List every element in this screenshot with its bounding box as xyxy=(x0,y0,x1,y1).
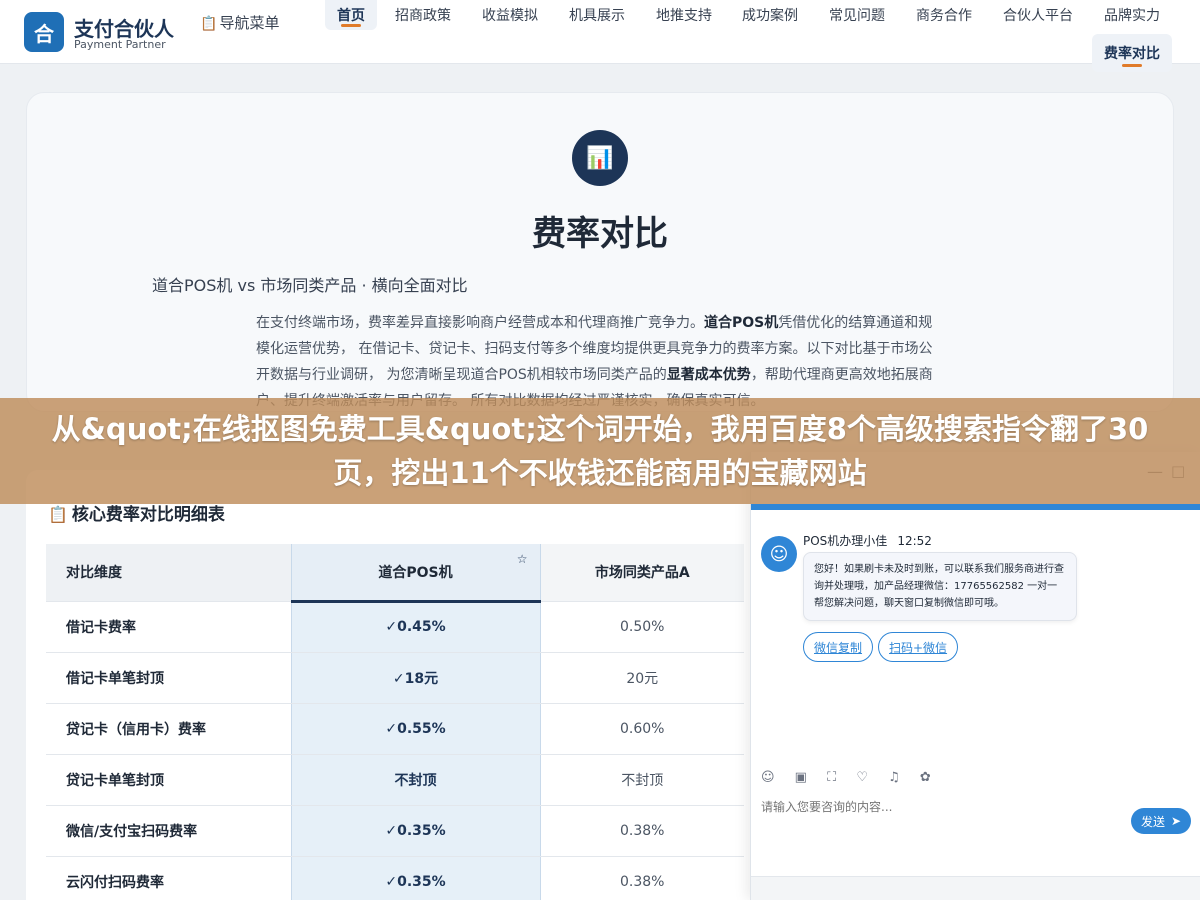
row-daohe-value: ✓0.35% xyxy=(290,856,541,900)
bar-chart-icon: 📊 xyxy=(572,130,628,186)
row-market-a-value: 不封顶 xyxy=(540,754,744,806)
row-dimension: 贷记卡单笔封顶 xyxy=(46,754,291,806)
row-market-a-value: 0.60% xyxy=(540,703,744,755)
table-row: 贷记卡单笔封顶 不封顶 不封顶 xyxy=(46,754,744,806)
clipboard-icon: 📋 xyxy=(48,505,68,524)
chat-toolbar[interactable]: ☺ ▣ ⛶ ♡ ♫ ✿ xyxy=(761,770,939,785)
nav-item-rate-compare[interactable]: 费率对比 xyxy=(1092,34,1172,72)
nav-menu-label: 导航菜单 xyxy=(219,14,280,32)
chat-message-bubble: 您好！如果刷卡未及时到账，可以联系我们服务商进行查询并处理哦，加产品经理微信：1… xyxy=(803,552,1077,621)
wechat-copy-button[interactable]: 微信复制 xyxy=(803,632,874,662)
nav-item-policy[interactable]: 招商政策 xyxy=(383,0,463,30)
row-dimension: 云闪付扫码费率 xyxy=(46,856,291,900)
send-arrow-icon: ➤ xyxy=(1170,814,1182,828)
row-dimension: 借记卡费率 xyxy=(46,601,291,653)
nav-menu-toggle[interactable]: 📋 导航菜单 xyxy=(200,10,280,37)
send-button[interactable]: 发送 ➤ xyxy=(1131,808,1191,834)
agent-name: POS机办理小佳 xyxy=(803,534,888,548)
scan-wechat-button[interactable]: 扫码+微信 xyxy=(878,632,959,662)
header-market-a: 市场同类产品A xyxy=(540,544,744,602)
desc-text-1: 在支付终端市场，费率差异直接影响商户经营成本和代理商推广竞争力。 xyxy=(256,315,704,331)
table-row: 借记卡单笔封顶 ✓18元 20元 xyxy=(46,652,744,704)
table-row: 云闪付扫码费率 ✓0.35% 0.38% xyxy=(46,856,744,900)
row-daohe-value: 不封顶 xyxy=(290,754,541,806)
chat-window: — □ ☺ POS机办理小佳12:52 您好！如果刷卡未及时到账，可以联系我们服… xyxy=(750,452,1200,900)
header-daohe-pos-label: 道合POS机 xyxy=(378,564,453,581)
page-subtitle: 道合POS机 vs 市场同类产品 · 横向全面对比 xyxy=(152,276,468,295)
send-label: 发送 xyxy=(1140,814,1165,829)
table-row: 微信/支付宝扫码费率 ✓0.35% 0.38% xyxy=(46,805,744,857)
nav-item-devices[interactable]: 机具展示 xyxy=(557,0,637,30)
row-market-a-value: 0.38% xyxy=(540,856,744,900)
agent-avatar-icon: ☺ xyxy=(761,536,797,572)
rate-comparison-table: 对比维度 道合POS机 ☆ 市场同类产品A 借记卡费率 ✓0.45% 0.50% … xyxy=(46,544,744,900)
row-daohe-value: ✓0.45% xyxy=(290,601,541,653)
desc-bold-2: 显著成本优势 xyxy=(666,367,751,383)
nav-item-faq[interactable]: 常见问题 xyxy=(817,0,897,30)
table-heading-text: 核心费率对比明细表 xyxy=(71,505,225,525)
nav-item-simulation[interactable]: 收益模拟 xyxy=(470,0,550,30)
logo-icon[interactable]: 合 xyxy=(24,12,64,52)
row-daohe-value: ✓18元 xyxy=(290,652,541,704)
row-dimension: 微信/支付宝扫码费率 xyxy=(46,805,291,857)
row-market-a-value: 20元 xyxy=(540,652,744,704)
chat-accent-bar xyxy=(751,504,1200,510)
header-dimension: 对比维度 xyxy=(46,544,291,602)
nav-item-business[interactable]: 商务合作 xyxy=(904,0,984,30)
page-title: 费率对比 xyxy=(532,214,668,254)
table-row: 贷记卡（信用卡）费率 ✓0.55% 0.60% xyxy=(46,703,744,755)
chat-footer xyxy=(751,876,1200,900)
overlay-banner: 从&quot;在线抠图免费工具&quot;这个词开始，我用百度8个高级搜索指令翻… xyxy=(0,398,1200,504)
top-header: 合 支付合伙人 Payment Partner 📋 导航菜单 首页 招商政策 收益… xyxy=(0,0,1200,72)
row-dimension: 贷记卡（信用卡）费率 xyxy=(46,703,291,755)
nav-item-brand[interactable]: 品牌实力 xyxy=(1092,0,1172,30)
nav-item-home[interactable]: 首页 xyxy=(325,0,377,30)
table-header-row: 对比维度 道合POS机 ☆ 市场同类产品A xyxy=(46,544,744,603)
nav-item-cases[interactable]: 成功案例 xyxy=(730,0,810,30)
star-icon: ☆ xyxy=(516,552,528,566)
chat-input[interactable] xyxy=(761,800,1121,814)
row-market-a-value: 0.50% xyxy=(540,601,744,653)
message-time: 12:52 xyxy=(897,534,932,548)
table-row: 借记卡费率 ✓0.45% 0.50% xyxy=(46,601,744,653)
chat-sender: POS机办理小佳 12:52 xyxy=(803,532,932,549)
logo-subtitle: Payment Partner xyxy=(74,38,166,51)
row-dimension: 借记卡单笔封顶 xyxy=(46,652,291,704)
banner-text: 从&quot;在线抠图免费工具&quot;这个词开始，我用百度8个高级搜索指令翻… xyxy=(51,412,1149,490)
desc-bold-1: 道合POS机 xyxy=(704,315,779,331)
header-daohe-pos: 道合POS机 ☆ xyxy=(290,544,541,603)
row-daohe-value: ✓0.55% xyxy=(290,703,541,755)
row-daohe-value: ✓0.35% xyxy=(290,805,541,857)
nav-item-partner-platform[interactable]: 合伙人平台 xyxy=(991,0,1085,30)
nav-item-support[interactable]: 地推支持 xyxy=(644,0,724,30)
row-market-a-value: 0.38% xyxy=(540,805,744,857)
clipboard-icon: 📋 xyxy=(200,16,218,32)
